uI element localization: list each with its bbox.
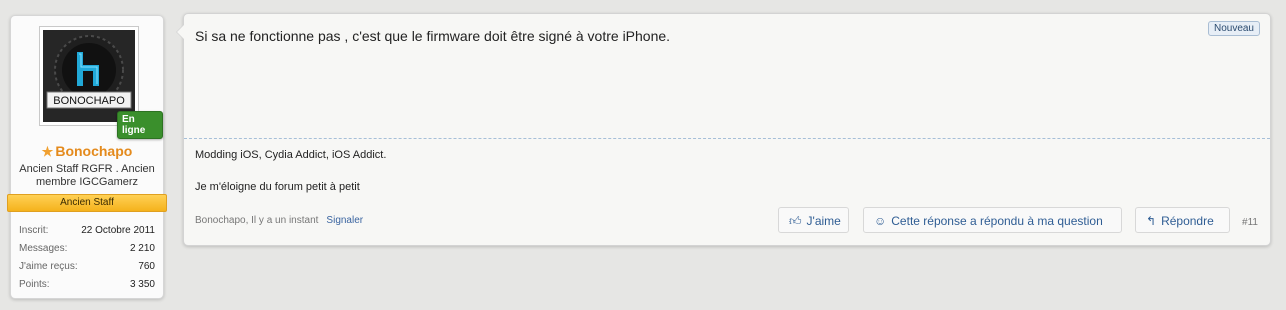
signature-line: Modding iOS, Cydia Addict, iOS Addict. (195, 149, 387, 161)
stat-value[interactable]: 3 350 (130, 276, 155, 294)
online-status-badge: En ligne (117, 111, 163, 139)
reply-label: Répondre (1161, 214, 1214, 228)
stat-row-likes: J'aime reçus: 760 (19, 258, 155, 276)
user-title: Ancien Staff RGFR . Ancien membre IGCGam… (19, 163, 155, 188)
username-text[interactable]: Bonochapo (55, 143, 132, 159)
answer-label: Cette réponse a répondu à ma question (891, 214, 1103, 228)
post-author-time[interactable]: Bonochapo, Il y a un instant (195, 215, 318, 226)
stat-value: 760 (138, 261, 155, 272)
logo-text: BONOCHAPO (53, 95, 125, 107)
thumbs-up-icon: 👍︎ (789, 214, 802, 228)
stat-row-messages[interactable]: Messages: 2 210 (19, 240, 155, 258)
stat-value: 22 Octobre 2011 (81, 225, 155, 236)
stat-label: J'aime reçus: (19, 261, 78, 272)
username[interactable]: ★ Bonochapo (11, 143, 163, 160)
stat-row-joined: Inscrit: 22 Octobre 2011 (19, 222, 155, 240)
reply-arrow-icon: ↰ (1146, 214, 1157, 228)
signature: Modding iOS, Cydia Addict, iOS Addict. J… (184, 138, 1270, 193)
stat-label: Inscrit: (19, 225, 49, 236)
new-badge: Nouveau (1207, 21, 1260, 36)
user-info-panel: BONOCHAPO En ligne ★ Bonochapo Ancien Sta… (7, 15, 167, 299)
like-button[interactable]: 👍︎ J'aime (778, 207, 849, 233)
signature-line: Je m'éloigne du forum petit à petit (195, 181, 360, 193)
message-arrow (176, 24, 184, 40)
star-icon: ★ (41, 144, 54, 159)
bonochapo-logo: BONOCHAPO (43, 30, 135, 122)
post-number[interactable]: #11 (1242, 217, 1258, 228)
report-link[interactable]: Signaler (326, 215, 363, 226)
user-stats: Inscrit: 22 Octobre 2011 Messages: 2 210… (19, 222, 155, 294)
stat-label: Points: (19, 279, 50, 290)
answered-question-button[interactable]: ☺ Cette réponse a répondu à ma question (863, 207, 1122, 233)
role-banner: Ancien Staff (7, 194, 167, 212)
stat-label: Messages: (19, 243, 68, 254)
stat-row-points[interactable]: Points: 3 350 (19, 276, 155, 294)
post-meta: Bonochapo, Il y a un instant Signaler (195, 215, 363, 226)
stat-value[interactable]: 2 210 (130, 240, 155, 258)
reply-button[interactable]: ↰ Répondre (1135, 207, 1230, 233)
message-body: Si sa ne fonctionne pas , c'est que le f… (195, 28, 671, 44)
post-message: Nouveau Si sa ne fonctionne pas , c'est … (176, 13, 1271, 246)
like-label: J'aime (806, 214, 841, 228)
avatar-image: BONOCHAPO (43, 30, 135, 122)
smiley-icon: ☺ (874, 214, 887, 228)
